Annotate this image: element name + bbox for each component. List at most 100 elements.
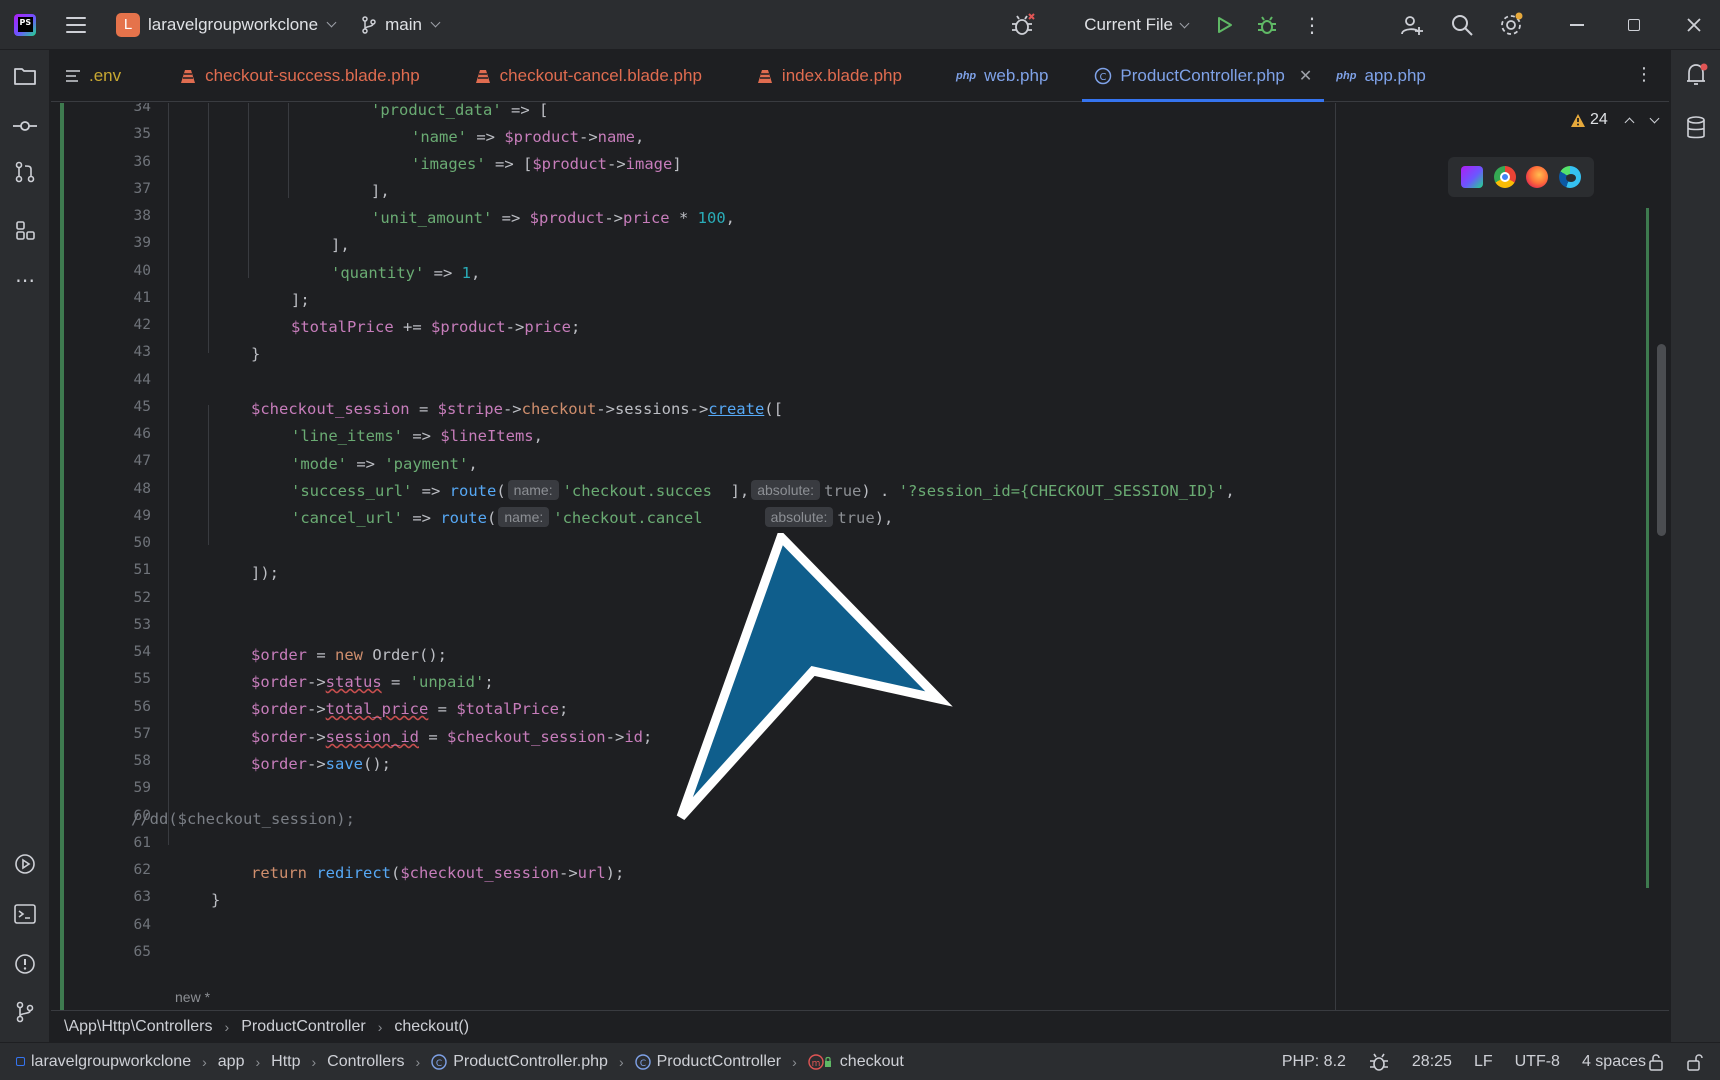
code-line-48: 'success_url' => route(name:'checkout.su… [291,478,1235,505]
code-token: $product [529,209,605,227]
structure-icon[interactable] [13,218,37,242]
notifications-icon[interactable] [1685,62,1709,93]
tab-checkout-success-blade[interactable]: checkout-success.blade.php [167,50,432,102]
firefox-icon[interactable] [1526,166,1549,188]
debug-status-icon[interactable] [1368,1051,1390,1073]
code-token: ), [874,509,894,527]
line-number: 55 [133,671,151,688]
run-icon[interactable] [1214,15,1234,35]
tab-index-blade[interactable]: index.blade.php [744,50,914,102]
line-number: 58 [133,753,151,769]
line-number: 59 [133,780,151,797]
breadcrumb-namespace[interactable]: \App\Http\Controllers [64,1018,213,1036]
terminal-icon[interactable] [13,902,37,926]
more-actions-icon[interactable]: ⋮ [1302,13,1322,38]
statusbar-path-controllers[interactable]: Controllers [327,1053,404,1071]
pull-requests-icon[interactable] [13,160,37,184]
file-encoding[interactable]: UTF-8 [1515,1053,1560,1071]
branch-name[interactable]: main [385,15,422,35]
class-icon: C [634,1053,651,1070]
more-tools-icon[interactable]: ⋯ [13,268,37,292]
code-line-36: 'images' => [$product->image] [411,151,682,178]
tabs-more-icon[interactable]: ⋮ [1635,64,1653,85]
svg-text:C: C [436,1059,442,1069]
statusbar-path-app[interactable]: app [218,1053,245,1071]
vertical-scrollbar[interactable] [1657,344,1666,536]
tab-product-controller[interactable]: C ProductController.php ✕ [1082,50,1325,102]
minimize-icon[interactable] [1570,24,1584,26]
tab-env[interactable]: .env [53,50,133,102]
code-token: => [412,482,450,500]
code-token: -> [596,400,615,418]
indent-guide [168,103,169,845]
main-menu-icon[interactable] [66,16,86,33]
line-number: 65 [133,943,151,960]
run-configuration-label: Current File [1084,15,1173,34]
code-token: -> [307,700,326,718]
search-icon[interactable] [1450,13,1474,37]
line-number: 62 [133,862,151,878]
chevron-up-icon[interactable] [1624,117,1635,127]
inspection-widget[interactable]: 24 [1570,111,1660,129]
indent-setting[interactable]: 4 spaces [1582,1053,1646,1071]
debug-disabled-icon[interactable] [1010,12,1036,38]
commit-icon[interactable] [13,114,37,138]
code-token: route [449,482,497,500]
new-code-vision-label[interactable]: new * [175,989,210,1005]
project-name[interactable]: laravelgroupworkclone [148,15,318,35]
code-token: , [533,427,543,445]
phpstorm-browser-icon[interactable] [1461,166,1484,188]
caret-position[interactable]: 28:25 [1412,1053,1452,1071]
edge-icon[interactable] [1558,166,1581,188]
run-configuration-select[interactable]: Current File [1084,15,1190,35]
vcs-change-marker [60,103,64,1010]
tab-checkout-cancel-blade[interactable]: checkout-cancel.blade.php [462,50,714,102]
file-readonly-icon[interactable] [1648,1053,1664,1071]
code-token: 'success_url' [291,482,413,500]
breadcrumb-method[interactable]: checkout() [394,1018,469,1036]
code-token: -> [307,728,326,746]
project-folder-icon[interactable] [13,64,37,88]
database-icon[interactable] [1686,116,1706,145]
project-badge[interactable]: L [116,12,140,37]
statusbar-path-project[interactable]: laravelgroupworkclone [31,1053,191,1071]
statusbar-path-http[interactable]: Http [271,1053,300,1071]
close-window-icon[interactable] [1686,17,1702,33]
chevron-down-icon[interactable] [1649,113,1660,123]
restore-icon[interactable] [1628,19,1640,31]
breadcrumb-class[interactable]: ProductController [241,1018,366,1036]
services-run-icon[interactable] [13,852,37,876]
close-tab-icon[interactable]: ✕ [1299,66,1312,86]
unlock-icon[interactable] [1686,1053,1704,1071]
add-user-icon[interactable] [1400,13,1424,37]
statusbar-path-method[interactable]: checkout [840,1053,904,1071]
branch-icon[interactable] [361,15,377,34]
code-token: ]); [251,564,279,582]
chevron-down-icon[interactable] [430,17,441,28]
line-ending[interactable]: LF [1474,1053,1493,1071]
tab-app-php[interactable]: php app.php [1324,50,1438,102]
code-token: $product [504,128,579,146]
problems-icon[interactable] [13,952,37,976]
code-line-56: $order->total_price = $totalPrice; [251,696,568,723]
parameter-hint: absolute: [751,480,821,500]
code-token: => [402,509,441,527]
code-token: 'unit_amount' [371,209,493,227]
statusbar-path-file[interactable]: ProductController.php [453,1053,608,1071]
tab-web-php[interactable]: php web.php [944,50,1060,102]
php-version[interactable]: PHP: 8.2 [1282,1053,1346,1071]
debug-icon[interactable] [1256,14,1278,36]
code-editor[interactable]: 34 35 36 37 38 39 40 41 42 43 44 45 46 47 48 49 50 51 52 53… [51,103,1669,1010]
line-number: 50 [133,535,151,551]
chevron-down-icon[interactable] [326,17,337,28]
code-line-35: 'name' => $product->name, [411,124,644,151]
code-token: $stripe [437,400,503,418]
settings-icon[interactable] [1498,12,1524,38]
code-token: true [824,482,862,500]
phpstorm-logo-icon[interactable]: PS [14,13,36,36]
line-number: 54 [133,644,151,660]
statusbar-path-class[interactable]: ProductController [657,1053,782,1071]
git-icon[interactable] [13,1000,37,1024]
chrome-icon[interactable] [1493,166,1516,188]
tab-label: checkout-cancel.blade.php [499,65,702,85]
